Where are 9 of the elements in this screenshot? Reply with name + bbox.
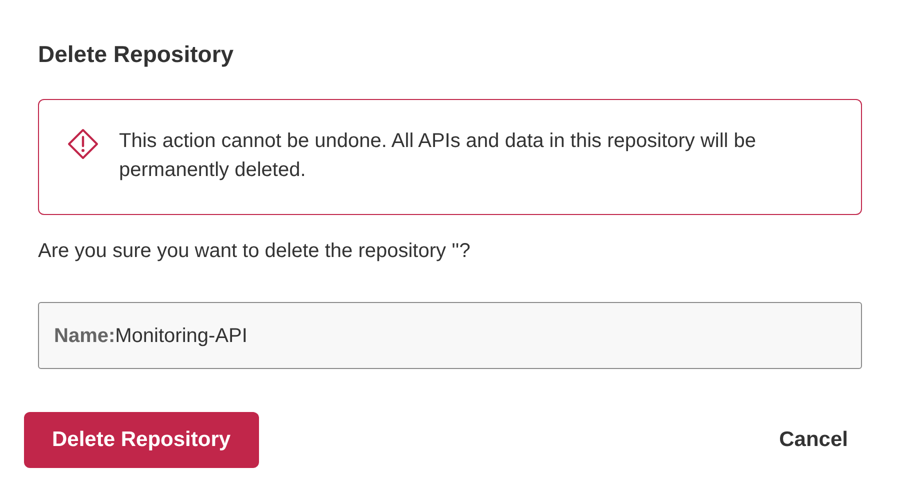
dialog-title: Delete Repository — [38, 40, 234, 69]
name-field[interactable]: Name:Monitoring-API — [38, 302, 862, 369]
warning-message: This action cannot be undone. All APIs and data in this repository will be permanently deleted. — [119, 129, 758, 183]
confirmation-question: Are you sure you want to delete the repository ''? — [38, 239, 470, 264]
cancel-button[interactable]: Cancel — [751, 412, 876, 468]
field-label: Name: — [54, 324, 116, 348]
warning-icon — [67, 128, 99, 160]
field-value: Monitoring-API — [115, 324, 248, 348]
delete-button[interactable]: Delete Repository — [24, 412, 259, 468]
